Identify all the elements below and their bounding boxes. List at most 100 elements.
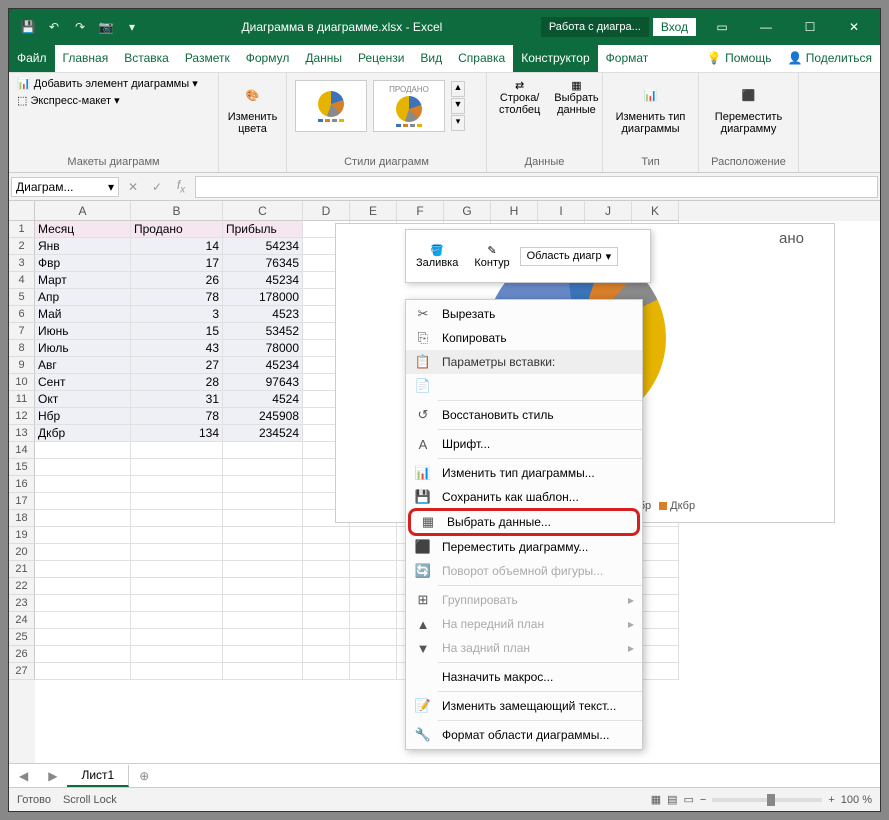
colhdr-I[interactable]: I <box>538 201 585 221</box>
cell[interactable] <box>350 595 397 612</box>
cell[interactable]: Дкбр <box>35 425 131 442</box>
cell[interactable] <box>131 595 223 612</box>
rowhdr-2[interactable]: 2 <box>9 238 35 255</box>
styles-more[interactable]: ▾ <box>451 115 465 131</box>
tell-me[interactable]: 💡 Помощь <box>699 45 780 72</box>
ctx-change-type[interactable]: 📊Изменить тип диаграммы... <box>406 461 642 485</box>
cell[interactable] <box>223 442 303 459</box>
rowhdr-5[interactable]: 5 <box>9 289 35 306</box>
rowhdr-20[interactable]: 20 <box>9 544 35 561</box>
undo-icon[interactable]: ↶ <box>43 16 65 38</box>
zoom-out-button[interactable]: − <box>700 794 706 806</box>
cell[interactable] <box>223 612 303 629</box>
tab-data[interactable]: Данны <box>297 45 350 72</box>
cell[interactable] <box>131 527 223 544</box>
view-pagebreak-icon[interactable]: ▭ <box>684 793 694 806</box>
rowhdr-19[interactable]: 19 <box>9 527 35 544</box>
rowhdr-18[interactable]: 18 <box>9 510 35 527</box>
cell[interactable]: 45234 <box>223 357 303 374</box>
cell[interactable] <box>35 612 131 629</box>
cell[interactable] <box>350 561 397 578</box>
rowhdr-24[interactable]: 24 <box>9 612 35 629</box>
colhdr-A[interactable]: A <box>35 201 131 221</box>
cell[interactable] <box>35 493 131 510</box>
rowhdr-16[interactable]: 16 <box>9 476 35 493</box>
view-normal-icon[interactable]: ▦ <box>651 793 661 806</box>
cell[interactable] <box>223 459 303 476</box>
ctx-font[interactable]: AШрифт... <box>406 432 642 456</box>
cell[interactable] <box>223 476 303 493</box>
ctx-reset-style[interactable]: ↺Восстановить стиль <box>406 403 642 427</box>
ctx-alt-text[interactable]: 📝Изменить замещающий текст... <box>406 694 642 718</box>
tab-layout[interactable]: Разметк <box>177 45 238 72</box>
cell[interactable] <box>350 544 397 561</box>
cell[interactable] <box>223 561 303 578</box>
colhdr-F[interactable]: F <box>397 201 444 221</box>
cell[interactable] <box>35 646 131 663</box>
ctx-move-chart[interactable]: ⬛Переместить диаграмму... <box>406 535 642 559</box>
cell[interactable] <box>35 595 131 612</box>
quick-layout-button[interactable]: ⬚ Экспресс-макет ▾ <box>17 94 210 107</box>
zoom-slider[interactable] <box>712 798 822 802</box>
cell[interactable]: 27 <box>131 357 223 374</box>
tab-view[interactable]: Вид <box>412 45 450 72</box>
name-box[interactable]: Диаграм...▾ <box>11 177 119 197</box>
cell[interactable] <box>223 493 303 510</box>
colhdr-G[interactable]: G <box>444 201 491 221</box>
cell[interactable]: 234524 <box>223 425 303 442</box>
cell[interactable]: Сент <box>35 374 131 391</box>
zoom-level[interactable]: 100 % <box>841 794 872 806</box>
rowhdr-12[interactable]: 12 <box>9 408 35 425</box>
cell[interactable]: 76345 <box>223 255 303 272</box>
cell[interactable] <box>35 629 131 646</box>
cell[interactable] <box>35 527 131 544</box>
cell[interactable]: 53452 <box>223 323 303 340</box>
close-icon[interactable]: ✕ <box>832 9 876 45</box>
cell[interactable] <box>131 544 223 561</box>
cell[interactable] <box>350 578 397 595</box>
cell[interactable]: Прибыль <box>223 221 303 238</box>
cell[interactable] <box>303 527 350 544</box>
rowhdr-14[interactable]: 14 <box>9 442 35 459</box>
rowhdr-1[interactable]: 1 <box>9 221 35 238</box>
select-data-button[interactable]: ▦Выбрать данные <box>550 77 602 94</box>
cell[interactable]: 4524 <box>223 391 303 408</box>
cell[interactable] <box>303 561 350 578</box>
cell[interactable] <box>303 595 350 612</box>
cell[interactable] <box>303 629 350 646</box>
cell[interactable]: 45234 <box>223 272 303 289</box>
cell[interactable] <box>131 663 223 680</box>
cell[interactable] <box>223 527 303 544</box>
cell[interactable] <box>35 476 131 493</box>
cell[interactable] <box>131 578 223 595</box>
cell[interactable]: Июнь <box>35 323 131 340</box>
rowhdr-15[interactable]: 15 <box>9 459 35 476</box>
colhdr-K[interactable]: K <box>632 201 679 221</box>
move-chart-button[interactable]: ⬛Переместить диаграмму <box>707 77 790 137</box>
ctx-save-template[interactable]: 💾Сохранить как шаблон... <box>406 485 642 509</box>
sheet-nav-prev[interactable]: ◀ <box>9 769 38 783</box>
ribbon-options-icon[interactable]: ▭ <box>700 9 744 45</box>
cell[interactable]: 17 <box>131 255 223 272</box>
cell[interactable] <box>35 459 131 476</box>
cell[interactable]: 3 <box>131 306 223 323</box>
zoom-in-button[interactable]: + <box>828 794 834 806</box>
cell[interactable]: Янв <box>35 238 131 255</box>
cell[interactable] <box>35 510 131 527</box>
sheet-tab-1[interactable]: Лист1 <box>67 765 129 787</box>
rowhdr-10[interactable]: 10 <box>9 374 35 391</box>
tab-review[interactable]: Рецензи <box>350 45 412 72</box>
cell[interactable] <box>350 527 397 544</box>
styles-scroll-down[interactable]: ▼ <box>451 98 465 114</box>
cell[interactable]: 78000 <box>223 340 303 357</box>
colhdr-H[interactable]: H <box>491 201 538 221</box>
view-pagelayout-icon[interactable]: ▤ <box>667 793 677 806</box>
outline-button[interactable]: ✎Контур <box>468 242 515 271</box>
cell[interactable] <box>131 459 223 476</box>
cell[interactable] <box>35 663 131 680</box>
cell[interactable]: Март <box>35 272 131 289</box>
cell[interactable]: Май <box>35 306 131 323</box>
cell[interactable]: Продано <box>131 221 223 238</box>
qat-more-icon[interactable]: ▾ <box>121 16 143 38</box>
colhdr-J[interactable]: J <box>585 201 632 221</box>
